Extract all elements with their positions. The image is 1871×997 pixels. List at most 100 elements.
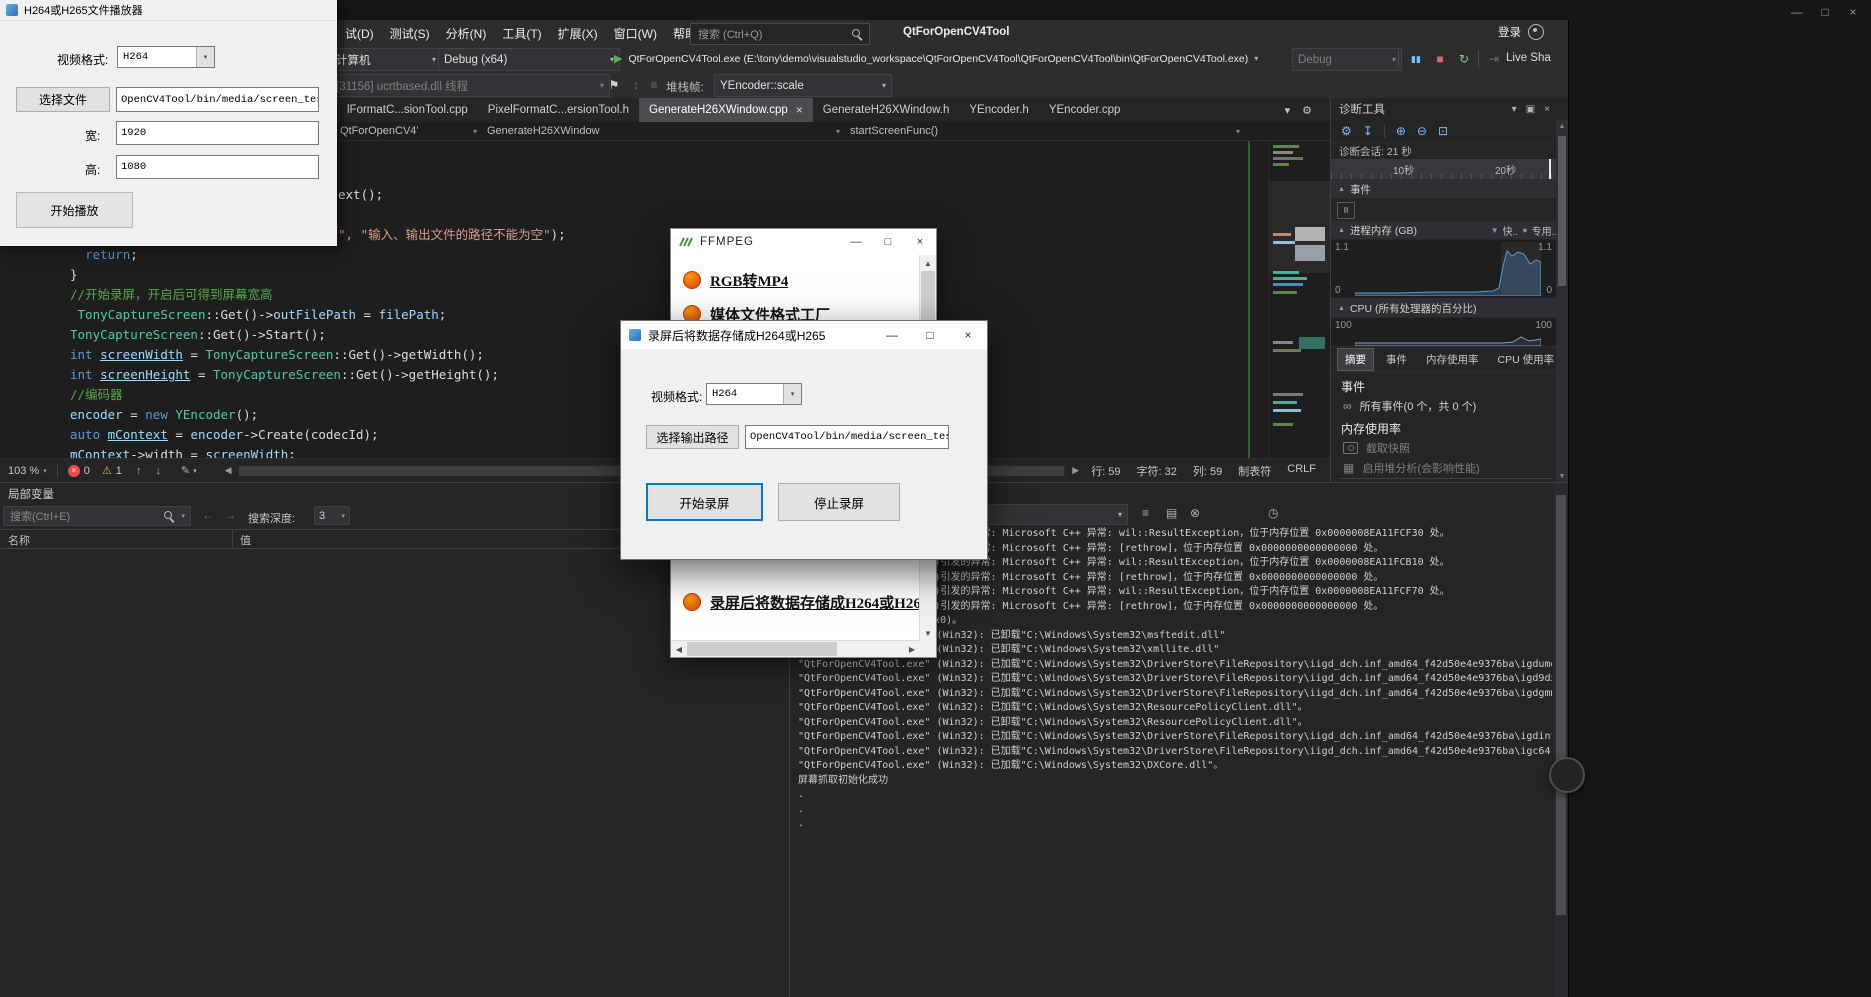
maximize-icon[interactable]: □ [911, 321, 949, 349]
scrollbar-thumb[interactable] [1558, 136, 1566, 286]
tab-PixelFormatC...ersionTool.h[interactable]: PixelFormatC...ersionTool.h [478, 98, 639, 122]
close-icon[interactable]: × [796, 103, 803, 117]
stop-debug-icon[interactable]: ■ [1430, 50, 1450, 68]
scroll-right-icon[interactable]: ▶ [904, 641, 920, 657]
search-next-icon[interactable]: → [224, 508, 236, 522]
scroll-right-icon[interactable]: ▶ [1072, 465, 1079, 476]
chevron-down-icon[interactable]: ▾ [783, 384, 801, 404]
profile-dropdown[interactable]: Debug ▾ [1292, 48, 1402, 71]
debug-target-dropdown[interactable]: 计算机 ▾ [330, 48, 442, 71]
minimize-icon[interactable]: — [1783, 3, 1811, 21]
minimap[interactable] [1268, 141, 1330, 458]
tab-list-icon[interactable]: ▾ [1285, 104, 1291, 117]
cpu-section-header[interactable]: ▲ CPU (所有处理器的百分比) [1331, 299, 1568, 318]
configuration-dropdown[interactable]: Debug (x64) ▾ [438, 48, 620, 71]
format-dropdown[interactable]: H264 ▾ [117, 46, 215, 68]
list-item[interactable]: RGB转MP4 [671, 263, 920, 297]
stop-record-button[interactable]: 停止录屏 [778, 483, 900, 521]
stack-frame-dropdown[interactable]: YEncoder::scale ▾ [714, 74, 892, 97]
restart-icon[interactable]: ↻ [1454, 50, 1474, 68]
live-share-button[interactable]: Live Sha [1506, 52, 1551, 64]
start-record-button[interactable]: 开始录屏 [646, 483, 763, 521]
choose-output-path-button[interactable]: 选择输出路径 [646, 425, 739, 449]
diag-tab-内存使用率[interactable]: 内存使用率 [1419, 349, 1486, 370]
diagnostic-scrollbar[interactable]: ▲ ▼ [1556, 120, 1568, 482]
tab-GenerateH26XWindow.cpp[interactable]: GenerateH26XWindow.cpp × [639, 98, 813, 122]
search-depth-dropdown[interactable]: 3 ▾ [314, 506, 350, 525]
reset-view-icon[interactable]: ⊡ [1438, 124, 1448, 138]
tabs-indicator[interactable]: 制表符 [1238, 463, 1271, 479]
warnings-icon[interactable]: ⚠ [102, 464, 112, 477]
scroll-left-icon[interactable]: ◀ [671, 641, 687, 657]
column-divider[interactable] [232, 530, 233, 548]
prev-issue-icon[interactable]: ↑ [136, 465, 142, 477]
timeline-ruler[interactable]: 10秒 20秒 [1331, 159, 1568, 180]
tab-lFormatC...sionTool.cpp[interactable]: lFormatC...sionTool.cpp [337, 98, 478, 122]
scroll-left-icon[interactable]: ◀ [225, 465, 232, 476]
start-play-button[interactable]: 开始播放 [16, 192, 133, 228]
menu-item[interactable]: 窗口(W) [606, 20, 665, 46]
memory-chart[interactable]: 1.1 0 1.1 0 [1331, 240, 1568, 299]
output-path-input[interactable]: OpenCV4Tool/bin/media/screen_test1.h264 [745, 425, 949, 449]
heap-profiling-link[interactable]: ▦ 启用堆分析(会影响性能) [1343, 460, 1480, 476]
minimize-icon[interactable]: — [873, 321, 911, 349]
toggle-flagged-icon[interactable]: ↕ [626, 76, 646, 94]
diag-tab-摘要[interactable]: 摘要 [1337, 347, 1374, 371]
zoom-in-icon[interactable]: ⊕ [1396, 124, 1406, 138]
scroll-up-icon[interactable]: ▲ [1556, 120, 1568, 132]
gear-icon[interactable]: ⚙ [1302, 104, 1312, 117]
dialog-title-bar[interactable]: 录屏后将数据存储成H264或H265 — □ × [621, 321, 987, 349]
take-snapshot-link[interactable]: 截取快照 [1343, 440, 1410, 456]
quick-search-input[interactable]: 搜索 (Ctrl+Q) [690, 23, 870, 45]
tab-GenerateH26XWindow.h[interactable]: GenerateH26XWindow.h [813, 98, 960, 122]
chevron-down-icon[interactable]: ▾ [1512, 104, 1517, 115]
user-avatar-icon[interactable] [1528, 24, 1544, 40]
list-item[interactable]: 录屏后将数据存储成H264或H26 [671, 585, 920, 619]
output-scrollbar[interactable] [1554, 483, 1568, 997]
player-title-bar[interactable]: H264或H265文件播放器 [0, 0, 337, 21]
scroll-down-icon[interactable]: ▼ [920, 625, 936, 641]
pin-icon[interactable]: ▣ [1526, 104, 1535, 115]
sign-in-area[interactable]: 登录 [1498, 24, 1544, 40]
collapse-icon[interactable]: ▲ [1338, 305, 1345, 312]
maximize-icon[interactable]: □ [872, 229, 904, 255]
chevron-down-icon[interactable]: ▾ [181, 512, 185, 520]
tab-YEncoder.h[interactable]: YEncoder.h [959, 98, 1038, 122]
thread-list-icon[interactable]: ≡ [644, 76, 664, 94]
close-icon[interactable]: × [949, 321, 987, 349]
collapse-icon[interactable]: ▲ [1338, 227, 1345, 234]
thread-dropdown[interactable]: [31156] ucrtbased.dll 线程 ▾ [330, 74, 610, 97]
close-icon[interactable]: × [1839, 3, 1867, 21]
scrollbar-thumb[interactable] [687, 642, 837, 656]
column-header-value[interactable]: 值 [240, 532, 251, 548]
break-all-icon[interactable]: ▮▮ [1406, 50, 1426, 68]
diag-tab-事件[interactable]: 事件 [1379, 349, 1414, 370]
events-section-header[interactable]: ▲ 事件 [1331, 180, 1568, 199]
height-input[interactable]: 1080 [116, 155, 319, 179]
collapse-icon[interactable]: ▲ [1338, 186, 1345, 193]
zoom-out-icon[interactable]: ⊖ [1417, 124, 1427, 138]
all-events-link[interactable]: ∞ 所有事件(0 个，共 0 个) [1343, 398, 1476, 414]
sign-in-label[interactable]: 登录 [1498, 24, 1521, 40]
breadcrumb-segment[interactable]: QtForOpenCV4' ▾ [340, 122, 487, 140]
breadcrumb-segment[interactable]: GenerateH26XWindow ▾ [487, 122, 850, 140]
ffmpeg-title-bar[interactable]: FFMPEG — □ × [671, 229, 936, 255]
cpu-chart[interactable]: 100 100 [1331, 318, 1568, 347]
close-icon[interactable]: × [1544, 104, 1550, 115]
step-over-icon[interactable]: ⇥ [1484, 50, 1504, 68]
next-issue-icon[interactable]: ↓ [155, 465, 161, 477]
menu-item[interactable]: 工具(T) [494, 20, 549, 46]
horizontal-scrollbar[interactable]: ◀ ▶ [671, 640, 920, 657]
tab-YEncoder.cpp[interactable]: YEncoder.cpp [1039, 98, 1131, 122]
locals-search-input[interactable]: 搜索(Ctrl+E) ▾ [3, 506, 191, 526]
choose-file-button[interactable]: 选择文件 [16, 87, 110, 112]
file-path-input[interactable]: OpenCV4Tool/bin/media/screen_test1.h264 [116, 87, 319, 112]
width-input[interactable]: 1920 [116, 121, 319, 145]
break-event-marker[interactable]: II [1337, 202, 1355, 219]
memory-section-header[interactable]: ▲ 进程内存 (GB) ▼ 快.. ● 专用... [1331, 221, 1568, 240]
menu-item[interactable]: 试(D) [337, 20, 382, 46]
errors-count[interactable]: 0 [84, 465, 90, 477]
scroll-down-icon[interactable]: ▼ [1556, 470, 1568, 482]
scroll-up-icon[interactable]: ▲ [920, 255, 936, 271]
diag-tab-CPU 使用率[interactable]: CPU 使用率 [1491, 349, 1562, 370]
